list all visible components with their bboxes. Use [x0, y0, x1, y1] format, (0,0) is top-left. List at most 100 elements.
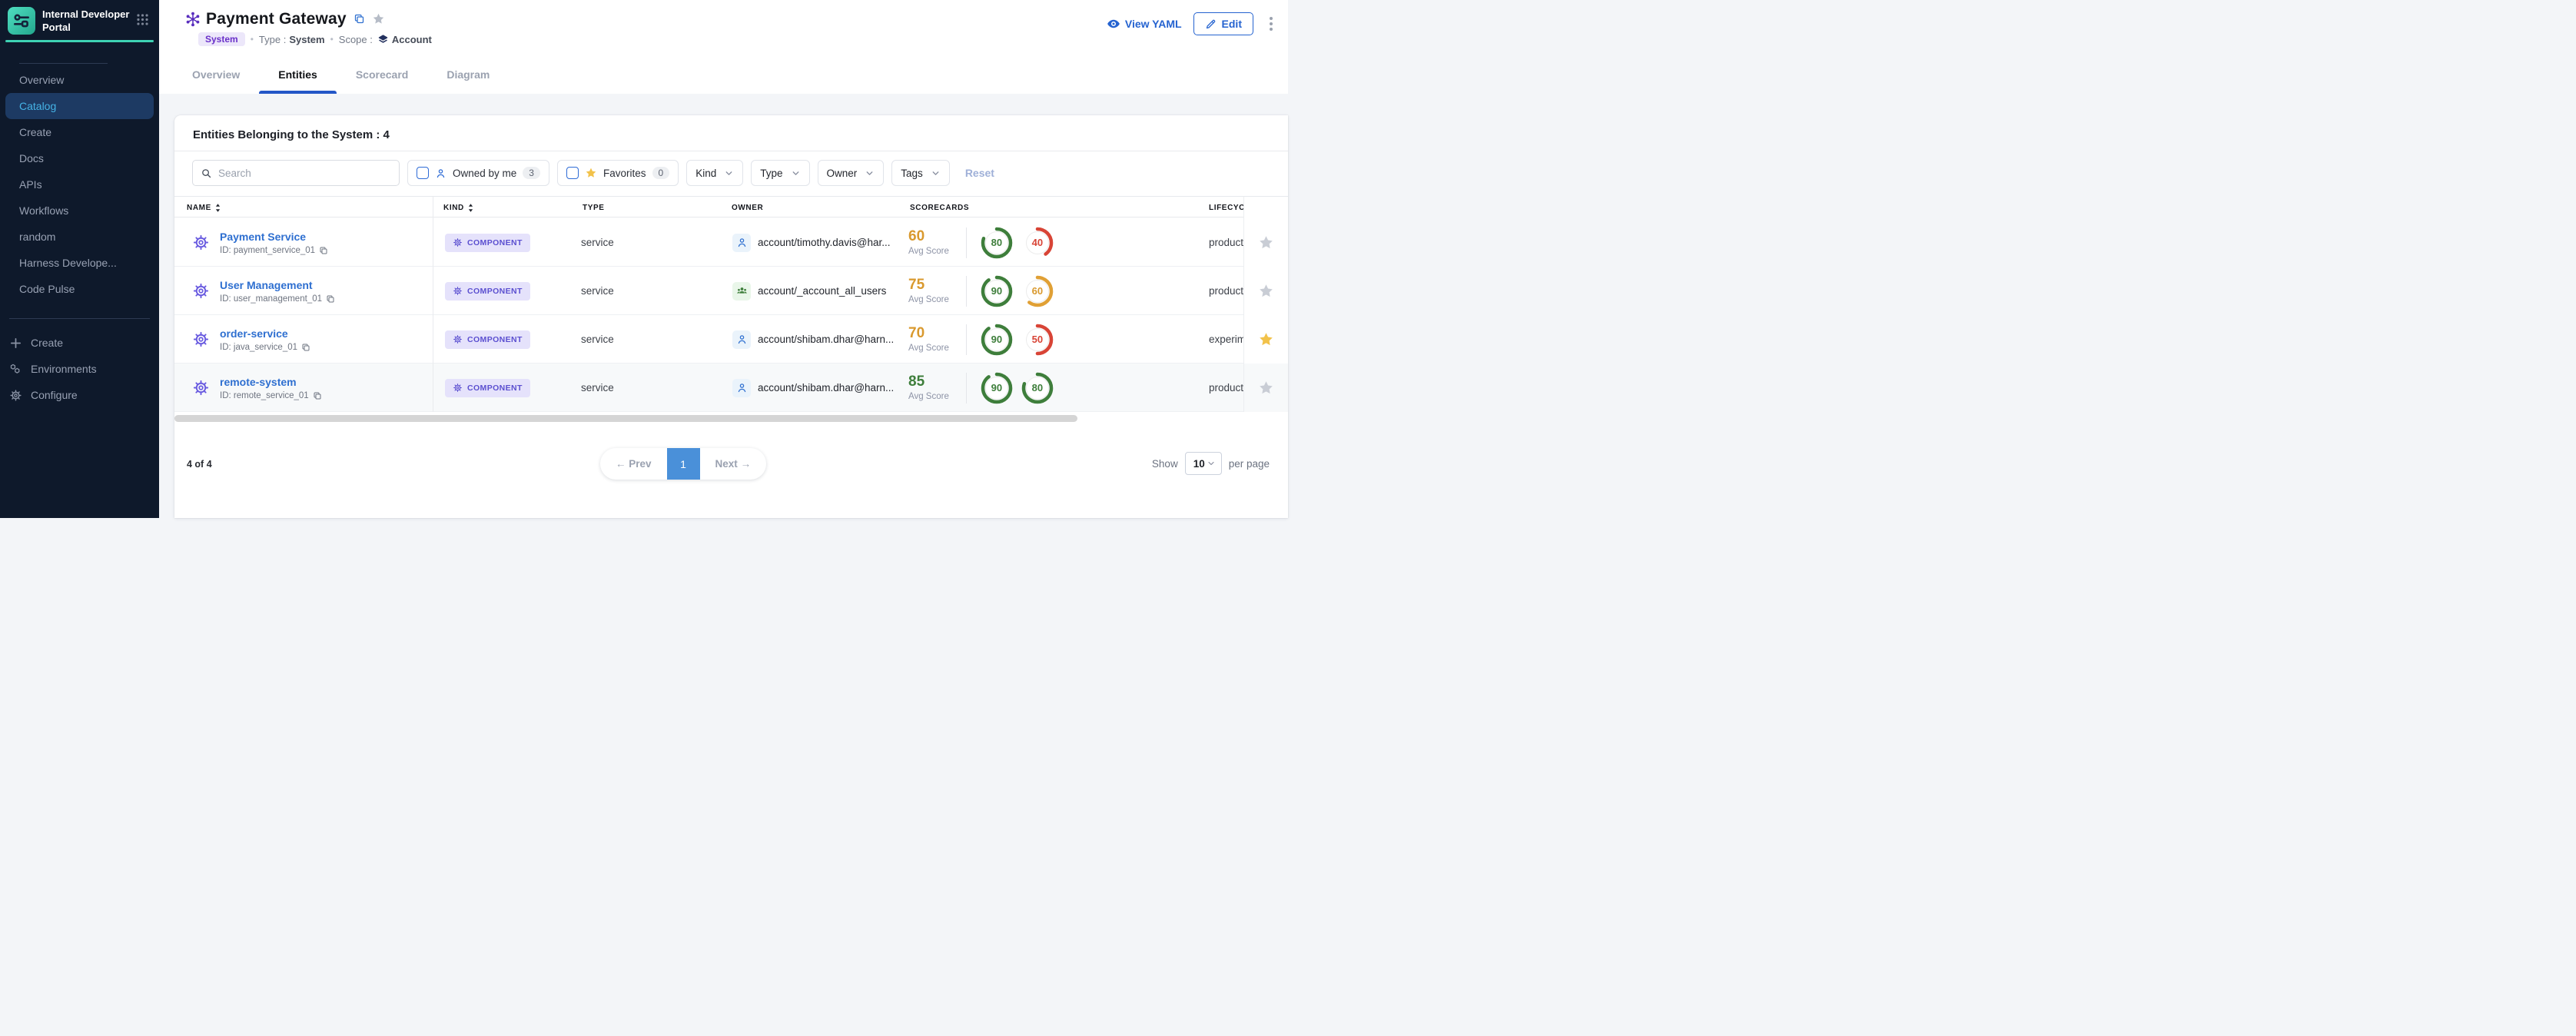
scorecards-cell: 75 Avg Score 9060	[908, 267, 1062, 315]
pencil-icon	[1205, 18, 1217, 30]
sidebar-header: Internal Developer Portal	[0, 0, 159, 42]
entity-id: ID: remote_service_01	[220, 391, 322, 400]
tab-scorecard[interactable]: Scorecard	[337, 58, 427, 94]
page-header: Payment Gateway System • Type : System •…	[159, 0, 1288, 94]
gauge-value: 90	[981, 275, 1013, 307]
sidebar-item-code-pulse[interactable]: Code Pulse	[0, 276, 159, 302]
sidebar-item-overview[interactable]: Overview	[0, 67, 159, 93]
copy-icon[interactable]	[326, 294, 335, 304]
card-title: Entities Belonging to the System : 4	[193, 128, 390, 141]
tab-overview[interactable]: Overview	[173, 58, 259, 94]
entity-name-cell: Payment Service ID: payment_service_01	[192, 218, 328, 267]
owner-dropdown[interactable]: Owner	[818, 160, 885, 186]
column-header-name[interactable]: NAME	[187, 197, 221, 218]
column-header-kind[interactable]: KIND	[443, 197, 473, 218]
view-yaml-button[interactable]: View YAML	[1107, 17, 1182, 31]
system-entity-icon	[184, 11, 201, 28]
prev-label: Prev	[629, 458, 651, 470]
dot-separator: •	[251, 34, 254, 45]
sidebar-item-workflows[interactable]: Workflows	[0, 198, 159, 224]
copy-icon[interactable]	[354, 13, 365, 25]
tab-entities[interactable]: Entities	[259, 58, 337, 94]
harness-logo[interactable]	[8, 7, 35, 35]
edit-button[interactable]: Edit	[1193, 12, 1253, 35]
page-1-button[interactable]: 1	[667, 448, 700, 480]
search-icon	[201, 168, 212, 179]
scorecards-cell: 60 Avg Score 8040	[908, 218, 1062, 267]
prev-page-button[interactable]: ← Prev	[600, 448, 667, 480]
sidebar-item-environments[interactable]: Environments	[0, 356, 159, 382]
copy-icon[interactable]	[319, 246, 328, 255]
row-favorite-star-icon[interactable]	[1243, 267, 1288, 315]
entity-id: ID: payment_service_01	[220, 246, 328, 255]
reset-filters-button[interactable]: Reset	[965, 167, 994, 179]
table-row: order-service ID: java_service_01 COMPON…	[174, 315, 1288, 364]
entity-name-cell: order-service ID: java_service_01	[192, 315, 310, 364]
chevron-down-icon	[724, 168, 734, 178]
sidebar-item-random[interactable]: random	[0, 224, 159, 250]
pipeline-logo-icon	[12, 11, 32, 31]
sort-icon[interactable]	[468, 204, 473, 212]
type-value: System	[289, 34, 324, 45]
tab-diagram[interactable]: Diagram	[427, 58, 509, 94]
horizontal-scrollbar[interactable]	[174, 415, 1077, 422]
gauge-value: 50	[1021, 324, 1054, 356]
sidebar-item-docs[interactable]: Docs	[0, 145, 159, 171]
favorites-label: Favorites	[603, 168, 646, 179]
owner-dropdown-label: Owner	[827, 168, 858, 179]
sidebar-accent-line	[5, 40, 154, 42]
column-label: OWNER	[732, 204, 763, 212]
gauge-group: 8040	[981, 227, 1062, 259]
avg-score-value: 70	[908, 326, 949, 341]
row-favorite-star-icon[interactable]	[1243, 218, 1288, 267]
copy-icon[interactable]	[301, 343, 310, 352]
row-favorite-star-icon[interactable]	[1243, 364, 1288, 412]
next-label: Next	[715, 458, 738, 470]
next-page-button[interactable]: Next →	[700, 448, 767, 480]
sidebar-item-catalog[interactable]: Catalog	[5, 93, 154, 119]
gauge-value: 40	[1021, 227, 1054, 259]
gear-icon	[453, 286, 463, 296]
gear-icon	[453, 237, 463, 247]
type-dropdown[interactable]: Type	[751, 160, 809, 186]
sidebar-item-harness-develope[interactable]: Harness Develope...	[0, 250, 159, 276]
gauge-group: 9060	[981, 275, 1062, 307]
owned-by-me-filter[interactable]: Owned by me 3	[407, 160, 549, 186]
sidebar-item-apis[interactable]: APIs	[0, 171, 159, 198]
component-badge: COMPONENT	[445, 379, 530, 397]
search-input[interactable]	[218, 168, 391, 179]
copy-icon[interactable]	[313, 391, 322, 400]
gauge-group: 9050	[981, 324, 1062, 356]
row-favorite-star-icon[interactable]	[1243, 315, 1288, 364]
component-gear-icon	[192, 330, 210, 348]
type-cell: service	[581, 218, 614, 267]
sidebar-item-configure[interactable]: Configure	[0, 382, 159, 408]
avg-score-value: 60	[908, 229, 949, 244]
entity-name-link[interactable]: User Management	[220, 279, 335, 291]
entity-name-link[interactable]: Payment Service	[220, 231, 328, 243]
favorite-star-icon[interactable]	[372, 12, 385, 25]
page-size-select[interactable]: 10	[1185, 452, 1222, 475]
sort-icon[interactable]	[215, 204, 221, 212]
score-divider	[966, 324, 967, 355]
sidebar-nav: OverviewCatalogCreateDocsAPIsWorkflowsra…	[0, 67, 159, 302]
more-options-kebab-icon[interactable]	[1265, 14, 1277, 34]
chevron-down-icon	[931, 168, 941, 178]
sidebar-item-create[interactable]: Create	[0, 119, 159, 145]
sidebar-item-create-bottom[interactable]: Create	[0, 330, 159, 356]
eye-icon	[1107, 17, 1120, 31]
entity-name-link[interactable]: remote-system	[220, 376, 322, 388]
favorites-filter[interactable]: Favorites 0	[557, 160, 679, 186]
avg-score-caption: Avg Score	[908, 344, 949, 353]
type-label: Type :	[259, 34, 286, 45]
star-icon	[1258, 283, 1274, 299]
sidebar-bottom-nav: Create Environments Configure	[0, 330, 159, 408]
app-grid-icon[interactable]	[135, 12, 150, 27]
favorites-checkbox[interactable]	[566, 167, 579, 179]
kind-dropdown[interactable]: Kind	[686, 160, 743, 186]
main-area: Payment Gateway System • Type : System •…	[159, 0, 1288, 518]
search-box[interactable]	[192, 160, 400, 186]
entity-name-link[interactable]: order-service	[220, 327, 310, 340]
tags-dropdown[interactable]: Tags	[891, 160, 950, 186]
owned-by-me-checkbox[interactable]	[417, 167, 429, 179]
